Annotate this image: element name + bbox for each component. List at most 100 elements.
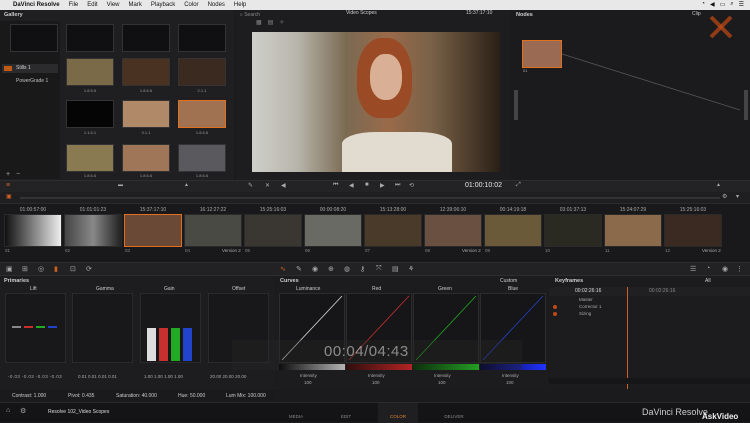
options-icon[interactable]: ⋮ bbox=[736, 265, 743, 273]
add-icon[interactable]: + bbox=[6, 171, 10, 178]
window-icon[interactable]: ◉ bbox=[312, 265, 318, 273]
audio-icon[interactable]: ◀ bbox=[281, 182, 286, 189]
gallery-thumb[interactable] bbox=[66, 58, 114, 86]
timeline-clip-07[interactable] bbox=[364, 214, 422, 247]
gallery-thumb[interactable] bbox=[122, 58, 170, 86]
app-name[interactable]: DaVinci Resolve bbox=[13, 2, 60, 8]
key-icon[interactable]: ⚷ bbox=[360, 265, 365, 273]
color-wheels-icon[interactable]: ◎ bbox=[38, 265, 44, 273]
qualifier-icon[interactable]: ✎ bbox=[296, 265, 302, 273]
video-frame[interactable] bbox=[252, 32, 500, 172]
menu-mark[interactable]: Mark bbox=[129, 2, 142, 8]
stop-icon[interactable]: ■ bbox=[365, 182, 369, 188]
menu-file[interactable]: File bbox=[69, 2, 79, 8]
menu-edit[interactable]: Edit bbox=[87, 2, 97, 8]
motion-icon[interactable]: ⟳ bbox=[86, 265, 92, 273]
camera-raw-icon[interactable]: ▣ bbox=[6, 265, 13, 273]
tab-edit[interactable]: EDIT bbox=[330, 405, 362, 421]
menu-color[interactable]: Color bbox=[184, 2, 198, 8]
menu-nodes[interactable]: Nodes bbox=[208, 2, 225, 8]
color-match-icon[interactable]: ⊞ bbox=[22, 265, 28, 273]
zoom-up-icon[interactable]: ▲ bbox=[184, 182, 189, 188]
highlight-icon[interactable]: ✕ bbox=[265, 182, 270, 189]
remove-icon[interactable]: − bbox=[16, 171, 20, 178]
list-icon[interactable]: ☰ bbox=[739, 1, 744, 8]
red-label[interactable]: Red bbox=[372, 286, 381, 292]
curves-mode[interactable]: Custom bbox=[500, 278, 517, 284]
expand-icon[interactable]: ⤢ bbox=[516, 182, 521, 189]
scopes-icon[interactable]: ◔ bbox=[706, 265, 710, 272]
curves-icon[interactable]: ∿ bbox=[280, 265, 286, 273]
timeline-clip-11[interactable] bbox=[604, 214, 662, 247]
green-intensity-value[interactable]: 100 bbox=[438, 380, 446, 385]
keyframes-filter[interactable]: All bbox=[705, 278, 711, 284]
stereo-icon[interactable]: ▤ bbox=[392, 265, 399, 273]
blue-intensity-value[interactable]: 100 bbox=[506, 380, 514, 385]
gallery-thumb[interactable] bbox=[66, 24, 114, 52]
hue-value[interactable]: Hue: 50.000 bbox=[178, 393, 205, 399]
timeline-clip-04[interactable] bbox=[184, 214, 242, 247]
gallery-item-powergrade[interactable]: PowerGrade 1 bbox=[2, 77, 58, 86]
kf-row-sizing[interactable]: Sizing bbox=[579, 311, 591, 316]
project-manager-icon[interactable]: ⌂ bbox=[6, 407, 10, 414]
menu-playback[interactable]: Playback bbox=[151, 2, 175, 8]
gallery-thumb[interactable] bbox=[66, 100, 114, 128]
viewer-search[interactable]: ⌕ Search bbox=[240, 12, 260, 18]
gallery-thumb[interactable] bbox=[178, 144, 226, 172]
last-frame-icon[interactable]: ⏭ bbox=[395, 182, 400, 189]
menu-help[interactable]: Help bbox=[234, 2, 246, 8]
timeline-clip-05[interactable] bbox=[244, 214, 302, 247]
timeline-clip-01[interactable] bbox=[4, 214, 62, 247]
timeline-clip-09[interactable] bbox=[484, 214, 542, 247]
primaries-icon[interactable]: ▮ bbox=[54, 265, 58, 273]
sizing-icon[interactable]: ⤧ bbox=[376, 265, 382, 273]
red-intensity-value[interactable]: 100 bbox=[372, 380, 380, 385]
tab-color[interactable]: COLOR bbox=[378, 403, 418, 423]
split-icon[interactable]: ▬ bbox=[118, 182, 123, 188]
gallery-thumb[interactable] bbox=[122, 24, 170, 52]
timeline-clip-12[interactable] bbox=[664, 214, 722, 247]
tab-media[interactable]: MEDIA bbox=[280, 405, 312, 421]
keyframes-icon[interactable]: ☰ bbox=[690, 265, 696, 273]
luminance-label[interactable]: Luminance bbox=[296, 286, 320, 292]
gallery-thumb[interactable] bbox=[10, 24, 58, 52]
settings-gear-icon[interactable]: ⚙ bbox=[20, 407, 26, 415]
reverse-icon[interactable]: ◀ bbox=[349, 182, 354, 189]
loop-icon[interactable]: ⟲ bbox=[409, 182, 414, 189]
picker-icon[interactable]: ✎ bbox=[248, 182, 253, 189]
lum-intensity-value[interactable]: 100 bbox=[304, 380, 312, 385]
grid-icon[interactable]: ▦ bbox=[256, 19, 262, 26]
contrast-value[interactable]: Contrast: 1.000 bbox=[12, 393, 46, 399]
fx-icon[interactable]: ⚘ bbox=[408, 265, 414, 273]
playhead[interactable] bbox=[627, 287, 628, 389]
timeline-clip-06[interactable] bbox=[304, 214, 362, 247]
wipe-icon[interactable]: ▤ bbox=[268, 19, 274, 26]
timeline-clip-10[interactable] bbox=[544, 214, 602, 247]
gallery-thumb[interactable] bbox=[66, 144, 114, 172]
blur-icon[interactable]: ◍ bbox=[344, 265, 350, 273]
timeline-clip-08[interactable] bbox=[424, 214, 482, 247]
search-menu-icon[interactable]: ⌕ bbox=[730, 1, 733, 8]
menu-icon[interactable]: ≡ bbox=[6, 182, 10, 189]
menu-view[interactable]: View bbox=[107, 2, 120, 8]
gallery-thumb[interactable] bbox=[122, 100, 170, 128]
gallery-thumb[interactable] bbox=[122, 144, 170, 172]
kf-row-corrector[interactable]: Corrector 1 bbox=[579, 304, 602, 309]
gamma-bars[interactable] bbox=[72, 293, 133, 363]
timeline-clip-02[interactable] bbox=[64, 214, 122, 247]
blue-label[interactable]: Blue bbox=[508, 286, 518, 292]
more-icon[interactable]: ▾ bbox=[736, 193, 739, 200]
pivot-value[interactable]: Pivot: 0.435 bbox=[68, 393, 94, 399]
keyframes-scroll[interactable] bbox=[549, 378, 750, 384]
kf-row-master[interactable]: Master bbox=[579, 297, 593, 302]
play-icon[interactable]: ▶ bbox=[380, 182, 385, 189]
timeline-clip-03[interactable] bbox=[124, 214, 182, 247]
gallery-thumb[interactable] bbox=[178, 58, 226, 86]
settings-icon[interactable]: ⚙ bbox=[722, 193, 727, 200]
rgb-mixer-icon[interactable]: ⊡ bbox=[70, 265, 76, 273]
green-label[interactable]: Green bbox=[438, 286, 452, 292]
tracker-icon[interactable]: ⊕ bbox=[328, 265, 334, 273]
timeline-menu-icon[interactable]: ▣ bbox=[6, 193, 12, 200]
tools-icon[interactable]: ✧ bbox=[279, 19, 284, 26]
gallery-thumb[interactable] bbox=[178, 24, 226, 52]
